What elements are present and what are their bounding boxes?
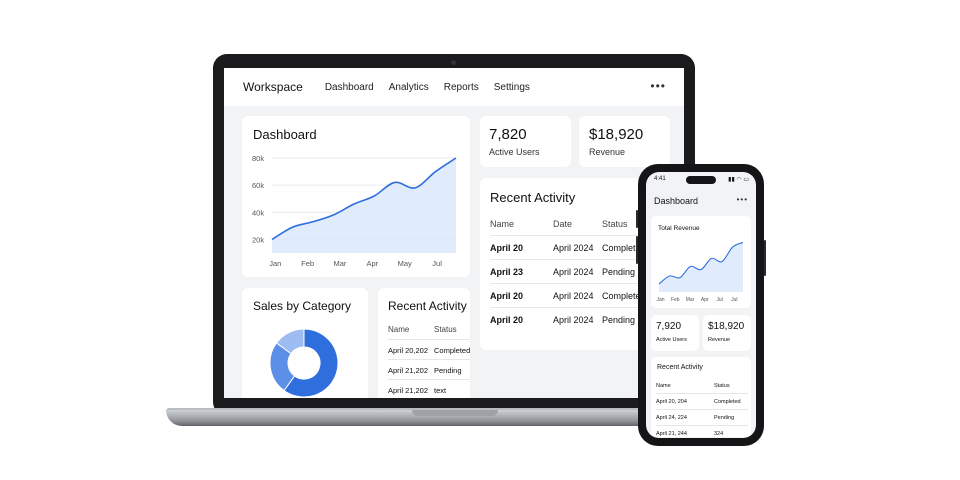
revenue-card: $18,920 Revenue	[703, 315, 751, 351]
card-title: Recent Activity	[657, 364, 703, 371]
x-tick-label: Mar	[334, 259, 347, 268]
row-name: April 21, 244	[656, 431, 687, 437]
revenue-value: $18,920	[708, 321, 745, 332]
more-horizontal-icon[interactable]: •••	[737, 195, 748, 204]
laptop-notch	[412, 410, 498, 416]
x-tick-label: Feb	[671, 297, 680, 303]
x-tick-label: Jul	[731, 297, 737, 303]
nav-link-analytics[interactable]: Analytics	[389, 82, 429, 93]
row-status: Pending	[602, 315, 636, 325]
camera-icon	[451, 60, 456, 65]
donut-chart	[269, 328, 339, 398]
active-users-card: 7,820 Active Users	[480, 116, 571, 167]
column-name[interactable]: Name	[388, 325, 409, 334]
signal-battery-icon: ▮▮ ◠ ▭	[728, 177, 749, 183]
revenue-card: $18,920 Revenue	[579, 116, 670, 167]
y-tick-label: 20k	[252, 235, 264, 244]
phone-screen: 4:41 ▮▮ ◠ ▭ Dashboard ••• Total Revenue …	[646, 172, 756, 438]
total-revenue-card: Total Revenue Jan Feb Mar Apr Jul Jul	[651, 216, 751, 308]
row-name: April 21,202	[388, 386, 429, 395]
y-tick-label: 40k	[252, 208, 264, 217]
top-nav: Workspace Dashboard Analytics Reports Se…	[224, 68, 684, 106]
x-tick-label: Jan	[656, 297, 664, 303]
row-name: April 20	[490, 243, 524, 253]
recent-activity-small-card: Recent Activity Name Status April 20,202…	[378, 288, 470, 398]
card-title: Recent Activity	[490, 190, 576, 205]
laptop-screen: Workspace Dashboard Analytics Reports Se…	[224, 68, 684, 398]
x-tick-label: Jan	[269, 259, 281, 268]
page-title: Dashboard	[654, 196, 699, 206]
column-status[interactable]: Status	[602, 219, 628, 229]
row-date: April 2024	[553, 291, 594, 301]
dynamic-island	[686, 176, 716, 184]
active-users-label: Active Users	[489, 147, 540, 157]
row-name: April 21,202	[388, 366, 429, 375]
row-status: text	[434, 386, 447, 395]
nav-link-settings[interactable]: Settings	[494, 82, 530, 93]
nav-link-reports[interactable]: Reports	[444, 82, 479, 93]
row-date: April 2024	[553, 267, 594, 277]
active-users-value: 7,820	[489, 126, 527, 143]
x-tick-label: Apr	[701, 297, 709, 303]
column-status[interactable]: Status	[434, 325, 457, 334]
row-name: April 20, 204	[656, 399, 687, 405]
y-tick-label: 80k	[252, 154, 264, 163]
revenue-label: Revenue	[589, 147, 626, 157]
row-status: 324	[714, 431, 724, 437]
dashboard-card: Dashboard 80k 60k 40k 20k Jan Feb Mar Apr May Jul	[242, 116, 470, 277]
column-status[interactable]: Status	[714, 383, 730, 389]
table-header: Name Status	[388, 320, 470, 340]
status-time: 4:41	[654, 176, 666, 182]
line-chart: 80k 60k 40k 20k Jan Feb Mar Apr May Jul	[252, 154, 457, 268]
row-name: April 20	[490, 315, 524, 325]
sales-by-category-card: Sales by Category	[242, 288, 368, 398]
row-name: April 20	[490, 291, 524, 301]
x-tick-label: May	[398, 259, 412, 268]
x-tick-label: Feb	[301, 259, 314, 268]
revenue-value: $18,920	[589, 126, 644, 143]
table-header: Name Status	[656, 378, 748, 394]
x-tick-label: Jul	[716, 297, 722, 303]
column-name[interactable]: Name	[490, 219, 514, 229]
active-users-value: 7,920	[656, 321, 682, 332]
row-name: April 23	[490, 267, 524, 277]
row-status: Completed	[434, 346, 471, 355]
row-name: April 24, 224	[656, 415, 687, 421]
area-fill	[272, 158, 456, 253]
table-row[interactable]: April 21, 244 324	[656, 426, 748, 438]
more-horizontal-icon[interactable]: •••	[650, 79, 666, 93]
table-row[interactable]: April 20,202 Completed	[388, 340, 470, 360]
row-status: Pending	[714, 415, 735, 421]
recent-activity-card: Recent Activity Name Status April 20, 20…	[651, 357, 751, 437]
row-status: Completed	[714, 399, 741, 405]
x-tick-label: Apr	[367, 259, 379, 268]
active-users-card: 7,920 Active Users	[651, 315, 699, 351]
column-name[interactable]: Name	[656, 383, 671, 389]
row-name: April 20,202	[388, 346, 429, 355]
table-row[interactable]: April 21,202 Pending	[388, 360, 470, 380]
y-tick-label: 60k	[252, 181, 264, 190]
row-status: Pending	[602, 267, 636, 277]
phone-side-button	[764, 240, 766, 276]
row-date: April 2024	[553, 243, 594, 253]
revenue-label: Revenue	[708, 337, 731, 343]
card-title: Recent Activity	[388, 299, 467, 313]
table-row[interactable]: April 21,202 text	[388, 380, 470, 398]
column-date[interactable]: Date	[553, 219, 572, 229]
nav-link-dashboard[interactable]: Dashboard	[325, 82, 374, 93]
x-tick-label: Jul	[432, 259, 442, 268]
x-tick-label: Mar	[686, 297, 695, 303]
active-users-label: Active Users	[656, 337, 687, 343]
table-row[interactable]: April 24, 224 Pending	[656, 410, 748, 426]
brand-name[interactable]: Workspace	[243, 80, 303, 94]
row-date: April 2024	[553, 315, 594, 325]
line-chart: Jan Feb Mar Apr Jul Jul	[656, 241, 744, 303]
table-row[interactable]: April 20, 204 Completed	[656, 394, 748, 410]
row-status: Pending	[434, 366, 462, 375]
